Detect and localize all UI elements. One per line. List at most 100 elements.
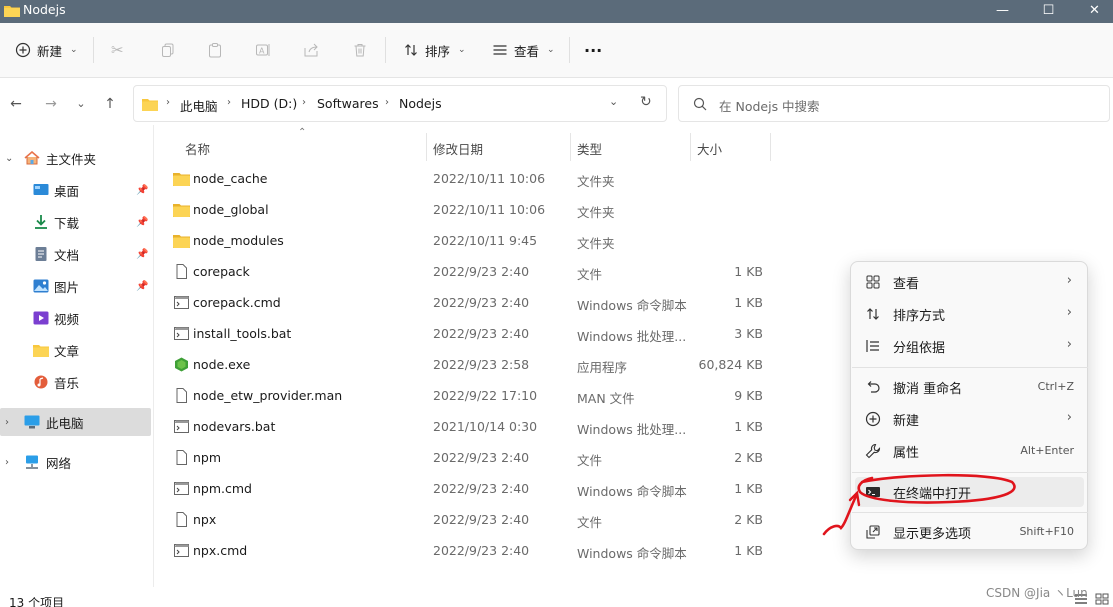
refresh-icon[interactable]: ↻ xyxy=(640,94,652,110)
more-options-button[interactable]: ··· xyxy=(584,36,602,64)
file-date: 2022/9/23 2:58 xyxy=(433,357,530,372)
copy-button[interactable] xyxy=(160,36,176,64)
column-header-type[interactable]: 类型 xyxy=(577,139,602,158)
search-input[interactable]: 在 Nodejs 中搜索 xyxy=(719,96,820,115)
column-divider[interactable] xyxy=(690,133,691,161)
minimize-button[interactable]: — xyxy=(980,0,1025,23)
menu-item-sort-by[interactable]: 排序方式 › xyxy=(855,299,1084,329)
file-type: Windows 命令脚本 xyxy=(577,298,687,313)
breadcrumb-this-pc[interactable]: 此电脑 xyxy=(180,96,218,115)
menu-divider xyxy=(852,367,1088,368)
file-date: 2022/9/23 2:40 xyxy=(433,481,530,496)
column-divider[interactable] xyxy=(426,133,427,161)
up-button[interactable]: ↑ xyxy=(98,93,122,115)
watermark: CSDN @Jia ヽLun xyxy=(986,586,1088,600)
rename-icon: A xyxy=(256,44,270,56)
table-row[interactable]: node_modules 2022/10/11 9:45 文件夹 xyxy=(165,226,770,257)
navigation-pane: ⌄ 主文件夹 桌面 📌 下载 📌 文档 📌 图片 📌 视频 文章 音乐 › 此电… xyxy=(0,132,153,597)
view-button[interactable]: 查看 ⌄ xyxy=(492,36,555,64)
file-date: 2022/10/11 9:45 xyxy=(433,233,538,248)
file-name: node_etw_provider.man xyxy=(193,388,343,403)
column-header-name[interactable]: 名称 xyxy=(185,139,210,158)
sort-button[interactable]: 排序 ⌄ xyxy=(403,36,466,64)
column-header-date[interactable]: 修改日期 xyxy=(433,139,483,158)
sidebar-item-articles[interactable]: 文章 xyxy=(0,336,151,364)
sidebar-item-music[interactable]: 音乐 xyxy=(0,368,151,396)
sidebar-item-downloads[interactable]: 下载 📌 xyxy=(0,208,151,236)
tiles-view-icon[interactable] xyxy=(1095,593,1109,605)
chevron-down-icon: ⌄ xyxy=(458,45,466,55)
home-icon xyxy=(24,151,40,165)
menu-item-properties[interactable]: 属性 Alt+Enter xyxy=(855,436,1084,466)
file-name: npx.cmd xyxy=(193,543,248,558)
table-row[interactable]: npx 2022/9/23 2:40 文件 2 KB xyxy=(165,505,770,536)
menu-item-undo-rename[interactable]: 撤消 重命名 Ctrl+Z xyxy=(855,372,1084,402)
file-date: 2022/10/11 10:06 xyxy=(433,171,546,186)
new-button[interactable]: 新建 ⌄ xyxy=(15,36,78,64)
table-row[interactable]: npm 2022/9/23 2:40 文件 2 KB xyxy=(165,443,770,474)
chevron-right-icon: › xyxy=(302,97,306,108)
column-divider[interactable] xyxy=(770,133,771,161)
table-row[interactable]: corepack 2022/9/23 2:40 文件 1 KB xyxy=(165,257,770,288)
forward-button[interactable]: → xyxy=(39,93,63,115)
file-date: 2022/9/22 17:10 xyxy=(433,388,538,403)
file-type: MAN 文件 xyxy=(577,391,635,406)
breadcrumb-drive[interactable]: HDD (D:) xyxy=(241,96,297,111)
menu-item-open-in-terminal[interactable]: 在终端中打开 xyxy=(855,477,1084,507)
sidebar-item-desktop[interactable]: 桌面 📌 xyxy=(0,176,151,204)
trash-icon xyxy=(354,44,366,57)
table-row[interactable]: node_global 2022/10/11 10:06 文件夹 xyxy=(165,195,770,226)
table-row[interactable]: npm.cmd 2022/9/23 2:40 Windows 命令脚本 1 KB xyxy=(165,474,770,505)
back-button[interactable]: ← xyxy=(4,93,28,115)
rename-button[interactable]: A xyxy=(255,36,271,64)
script-icon xyxy=(174,327,189,340)
music-icon xyxy=(34,375,48,389)
table-row[interactable]: corepack.cmd 2022/9/23 2:40 Windows 命令脚本… xyxy=(165,288,770,319)
menu-item-group-by[interactable]: 分组依据 › xyxy=(855,331,1084,361)
desktop-icon xyxy=(33,184,49,195)
delete-button[interactable] xyxy=(352,36,368,64)
paste-button[interactable] xyxy=(207,36,223,64)
breadcrumb-nodejs[interactable]: Nodejs xyxy=(399,96,442,111)
menu-item-view[interactable]: 查看 › xyxy=(855,267,1084,297)
sidebar-item-home[interactable]: ⌄ 主文件夹 xyxy=(0,144,151,172)
file-icon xyxy=(176,264,187,279)
address-bar[interactable]: › 此电脑 › HDD (D:) › Softwares › Nodejs ⌄ … xyxy=(133,85,667,122)
menu-item-new[interactable]: 新建 › xyxy=(855,404,1084,434)
sidebar-item-network[interactable]: › 网络 xyxy=(0,448,151,476)
chevron-right-icon[interactable]: › xyxy=(5,417,15,428)
recent-locations-button[interactable]: ⌄ xyxy=(69,93,93,115)
chevron-down-icon[interactable]: ⌄ xyxy=(5,153,15,164)
table-row[interactable]: install_tools.bat 2022/9/23 2:40 Windows… xyxy=(165,319,770,350)
table-row[interactable]: node_etw_provider.man 2022/9/22 17:10 MA… xyxy=(165,381,770,412)
sidebar-item-this-pc[interactable]: › 此电脑 xyxy=(0,408,151,436)
column-divider[interactable] xyxy=(570,133,571,161)
share-button[interactable] xyxy=(303,36,319,64)
file-type: 文件夹 xyxy=(577,205,615,220)
maximize-button[interactable]: ☐ xyxy=(1026,0,1071,23)
address-history-dropdown[interactable]: ⌄ xyxy=(609,95,618,108)
chevron-right-icon[interactable]: › xyxy=(5,457,15,468)
cut-button[interactable]: ✂ xyxy=(111,36,124,64)
sidebar-item-documents[interactable]: 文档 📌 xyxy=(0,240,151,268)
table-row[interactable]: npx.cmd 2022/9/23 2:40 Windows 命令脚本 1 KB xyxy=(165,536,770,567)
view-button-label: 查看 xyxy=(514,43,540,59)
script-icon xyxy=(174,544,189,557)
search-box[interactable]: 在 Nodejs 中搜索 xyxy=(678,85,1110,122)
group-icon xyxy=(866,340,879,352)
close-button[interactable]: ✕ xyxy=(1072,0,1113,23)
sidebar-item-label: 文章 xyxy=(54,343,80,359)
sidebar-item-label: 下载 xyxy=(54,215,80,231)
folder-icon xyxy=(142,99,158,111)
table-row[interactable]: node.exe 2022/9/23 2:58 应用程序 60,824 KB xyxy=(165,350,770,381)
table-row[interactable]: node_cache 2022/10/11 10:06 文件夹 xyxy=(165,164,770,195)
chevron-down-icon: ⌄ xyxy=(70,45,78,55)
sidebar-item-pictures[interactable]: 图片 📌 xyxy=(0,272,151,300)
folder-icon xyxy=(33,345,49,357)
file-type: Windows 命令脚本 xyxy=(577,484,687,499)
column-header-size[interactable]: 大小 xyxy=(697,139,722,158)
breadcrumb-softwares[interactable]: Softwares xyxy=(317,96,379,111)
sidebar-item-videos[interactable]: 视频 xyxy=(0,304,151,332)
menu-item-show-more-options[interactable]: 显示更多选项 Shift+F10 xyxy=(855,517,1084,547)
table-row[interactable]: nodevars.bat 2021/10/14 0:30 Windows 批处理… xyxy=(165,412,770,443)
